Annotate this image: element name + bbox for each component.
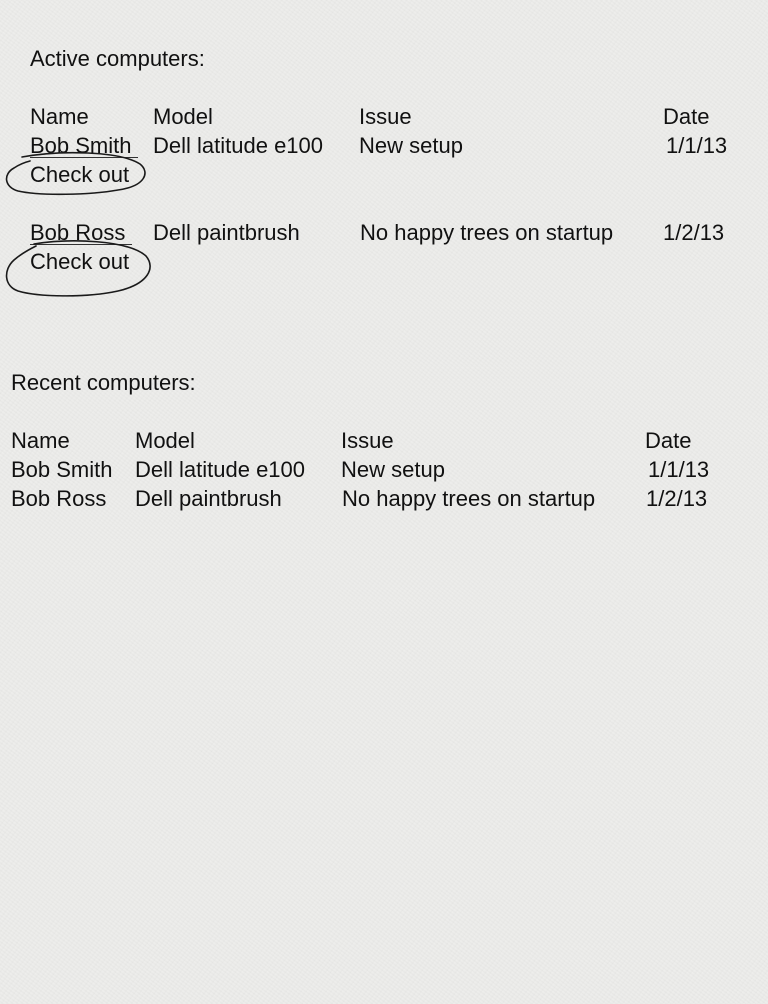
active-header-issue: Issue: [359, 104, 412, 129]
recent-row-model: Dell paintbrush: [135, 486, 282, 511]
active-header-model: Model: [153, 104, 213, 129]
recent-row-date: 1/1/13: [648, 457, 710, 482]
notes-page: { "active": { "heading": "Active compute…: [0, 0, 768, 1004]
active-header-name: Name: [30, 104, 89, 129]
check-out-button[interactable]: Check out: [30, 162, 129, 188]
active-row-model: Dell paintbrush: [153, 220, 300, 245]
recent-header-model: Model: [135, 428, 195, 453]
active-row-date: 1/2/13: [663, 220, 725, 245]
recent-row-model: Dell latitude e100: [135, 457, 306, 482]
recent-row-name: Bob Ross: [11, 486, 107, 511]
active-row-name: Bob Ross: [30, 220, 126, 245]
active-row-name: Bob Smith: [30, 133, 132, 158]
recent-header-date: Date: [645, 428, 692, 453]
active-header-date: Date: [663, 104, 710, 129]
row-underline: [30, 157, 138, 158]
active-row-date: 1/1/13: [666, 133, 728, 158]
recent-row-issue: New setup: [341, 457, 445, 482]
recent-row-name: Bob Smith: [11, 457, 113, 482]
active-row-issue: New setup: [359, 133, 463, 158]
recent-header-name: Name: [11, 428, 70, 453]
recent-computers-heading: Recent computers:: [11, 370, 196, 395]
active-row-issue: No happy trees on startup: [360, 220, 614, 245]
recent-header-issue: Issue: [341, 428, 394, 453]
recent-row-date: 1/2/13: [646, 486, 708, 511]
active-computers-heading: Active computers:: [30, 46, 205, 71]
active-row-model: Dell latitude e100: [153, 133, 324, 158]
row-underline: [30, 244, 132, 245]
recent-row-issue: No happy trees on startup: [342, 486, 596, 511]
check-out-button[interactable]: Check out: [30, 249, 129, 275]
